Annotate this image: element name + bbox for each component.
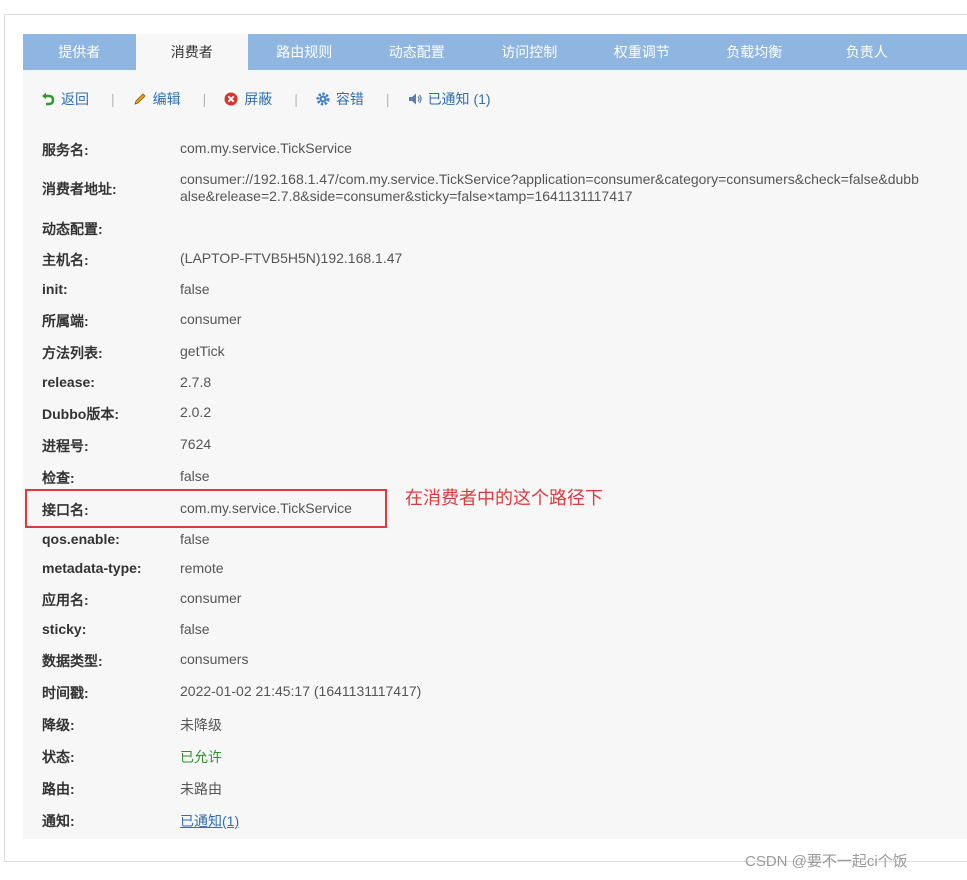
row-label: release:	[42, 374, 95, 390]
row-label: 路由:	[42, 781, 75, 797]
row-value: getTick	[180, 343, 225, 359]
row-value: 2.7.8	[180, 374, 212, 390]
block-icon	[224, 92, 238, 106]
tab-owners[interactable]: 负责人	[811, 34, 924, 70]
status-allowed: 已允许	[180, 749, 222, 765]
row-label: 方法列表:	[42, 345, 103, 361]
back-button[interactable]: 返回	[41, 89, 89, 109]
row-label: Dubbo版本:	[42, 406, 119, 422]
tab-dynamic-config[interactable]: 动态配置	[361, 34, 474, 70]
row-value: false	[180, 468, 210, 484]
row-label: sticky:	[42, 621, 87, 637]
fault-tolerance-label: 容错	[335, 91, 364, 107]
row-label: 主机名:	[42, 252, 89, 268]
back-label: 返回	[61, 91, 89, 107]
row-label: 时间戳:	[42, 685, 89, 701]
row-value-line-2: alse&release=2.7.8&side=consumer&sticky=…	[180, 188, 633, 204]
row-value: com.my.service.TickService	[180, 140, 352, 156]
speaker-icon	[408, 92, 422, 106]
row-value: 7624	[180, 436, 212, 452]
row-label: 消费者地址:	[42, 181, 117, 197]
toolbar-separator: |	[111, 91, 115, 107]
row-label: 状态:	[42, 749, 75, 765]
tab-load-balance[interactable]: 负载均衡	[698, 34, 811, 70]
action-toolbar: 返回 | 编辑 | 屏蔽 | 容错 | 已通知 (1)	[41, 88, 491, 110]
notified-button[interactable]: 已通知 (1)	[408, 89, 491, 109]
edit-label: 编辑	[152, 91, 181, 107]
toolbar-separator: |	[202, 91, 207, 107]
row-value: consumer	[180, 590, 242, 606]
edit-button[interactable]: 编辑	[133, 89, 181, 109]
row-label: 降级:	[42, 717, 75, 733]
tab-access-control[interactable]: 访问控制	[473, 34, 586, 70]
highlight-box	[25, 489, 387, 528]
watermark: CSDN @要不一起ci个饭	[745, 853, 908, 870]
pencil-icon	[133, 92, 147, 106]
row-value: 未路由	[180, 781, 222, 797]
detail-panel	[23, 34, 967, 839]
row-value: (LAPTOP-FTVB5H5N)192.168.1.47	[180, 250, 403, 266]
row-value: consumers	[180, 651, 249, 667]
row-label: 动态配置:	[42, 221, 103, 237]
row-value: remote	[180, 560, 224, 576]
shield-button[interactable]: 屏蔽	[224, 89, 272, 109]
annotation-text: 在消费者中的这个路径下	[405, 488, 603, 508]
tab-providers[interactable]: 提供者	[23, 34, 136, 70]
row-label: init:	[42, 281, 68, 297]
row-value: 2022-01-02 21:45:17 (1641131117417)	[180, 683, 422, 699]
row-label: qos.enable:	[42, 531, 120, 547]
row-label: metadata-type:	[42, 560, 142, 576]
row-value: false	[180, 281, 210, 297]
row-value: 未降级	[180, 717, 222, 733]
gear-icon	[316, 92, 330, 106]
row-label: 服务名:	[42, 142, 89, 158]
fault-tolerance-button[interactable]: 容错	[316, 89, 364, 109]
row-label: 进程号:	[42, 438, 89, 454]
row-label: 检查:	[42, 470, 75, 486]
row-label: 通知:	[42, 813, 75, 829]
tab-consumers[interactable]: 消费者	[135, 34, 248, 70]
shield-label: 屏蔽	[244, 91, 273, 107]
row-value-line-1: consumer://192.168.1.47/com.my.service.T…	[180, 171, 919, 187]
toolbar-separator: |	[294, 91, 298, 107]
row-value: false	[180, 621, 210, 637]
return-arrow-icon	[41, 92, 55, 106]
row-value: 2.0.2	[180, 404, 212, 420]
tab-bar: 提供者 消费者 路由规则 动态配置 访问控制 权重调节 负载均衡 负责人	[23, 34, 967, 70]
tab-routes[interactable]: 路由规则	[248, 34, 361, 70]
row-label: 应用名:	[42, 592, 89, 608]
notify-link[interactable]: 已通知(1)	[180, 811, 239, 831]
notified-label: 已通知 (1)	[427, 91, 491, 107]
tab-weights[interactable]: 权重调节	[586, 34, 699, 70]
toolbar-separator: |	[385, 91, 390, 107]
row-value: false	[180, 531, 210, 547]
row-label: 数据类型:	[42, 653, 103, 669]
row-value: consumer	[180, 311, 242, 327]
row-label: 所属端:	[42, 313, 89, 329]
